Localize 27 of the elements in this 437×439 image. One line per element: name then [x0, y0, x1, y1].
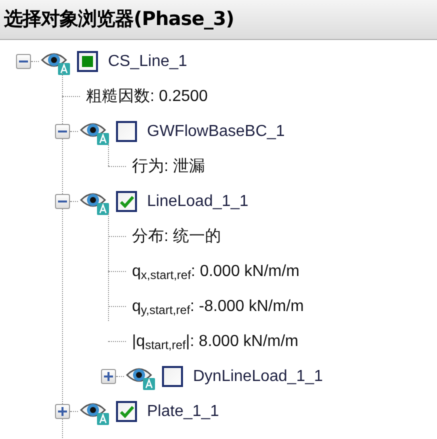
tree-item-label[interactable]: CS_Line_1 [108, 50, 188, 74]
checkbox[interactable] [116, 401, 137, 422]
filled-square-icon [82, 56, 93, 67]
panel-title: 选择对象浏览器(Phase_3) [0, 0, 437, 40]
checkbox[interactable] [116, 191, 137, 212]
collapse-toggle[interactable] [55, 124, 70, 139]
collapse-toggle[interactable] [55, 194, 70, 209]
expand-toggle[interactable] [101, 369, 116, 384]
checkbox[interactable] [77, 51, 98, 72]
property-text: 粗糙因数: 0.2500 [86, 88, 208, 104]
tree-item-label[interactable]: LineLoad_1_1 [147, 190, 248, 214]
property-text: q$_{y,start,ref}$: -8.000 kN/m/m [132, 298, 304, 314]
expand-toggle[interactable] [55, 404, 70, 419]
tree-item-label[interactable]: Plate_1_1 [147, 400, 220, 424]
tree-item-label[interactable]: DynLineLoad_1_1 [193, 364, 323, 388]
plus-icon [58, 407, 67, 416]
collapse-toggle[interactable] [16, 54, 31, 69]
property-text: 分布: 统一的 [132, 228, 221, 244]
checkbox[interactable] [162, 366, 183, 387]
checkmark-icon [120, 196, 134, 208]
tree-item-label[interactable]: GWFlowBaseBC_1 [147, 120, 285, 144]
checkbox[interactable] [116, 121, 137, 142]
property-text: 行为: 泄漏 [132, 158, 205, 174]
property-text: q$_{x,start,ref}$: 0.000 kN/m/m [132, 264, 300, 280]
property-text: |q$_{start,ref}$|: 8.000 kN/m/m [132, 334, 298, 350]
checkmark-icon [120, 406, 134, 418]
plus-icon [104, 372, 113, 381]
